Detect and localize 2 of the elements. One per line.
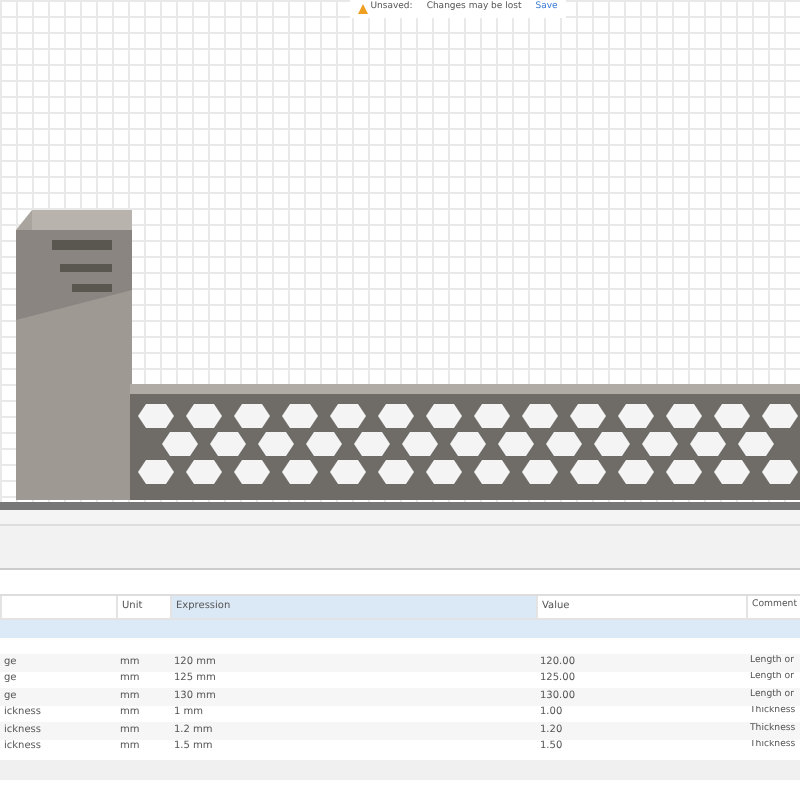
group-row[interactable]: [0, 620, 800, 638]
warning-icon: [358, 3, 368, 14]
